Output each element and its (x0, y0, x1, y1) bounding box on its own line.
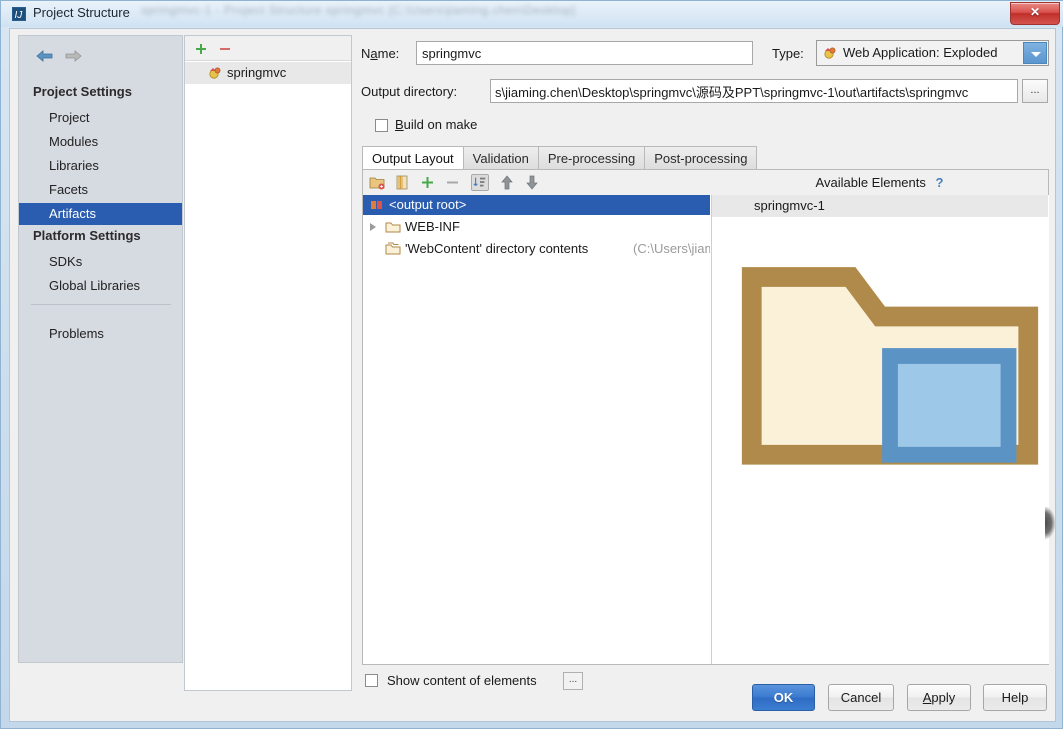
sidebar-item-project[interactable]: Project (19, 107, 182, 129)
tree-row-label: 'WebContent' directory contents (405, 241, 589, 256)
title-bar: IJ Project Structure springmvc-1 - Proje… (1, 1, 1063, 27)
available-element-label: springmvc-1 (754, 198, 825, 213)
tree-row-label: <output root> (389, 197, 467, 212)
output-directory-browse-button[interactable]: ... (1022, 79, 1048, 103)
close-window-button[interactable]: ✕ (1010, 2, 1060, 25)
expand-triangle-icon[interactable] (370, 223, 376, 231)
sidebar-group-project-settings: Project Settings (33, 84, 132, 99)
plus-icon[interactable] (193, 41, 209, 57)
svg-text:IJ: IJ (15, 10, 24, 21)
output-directory-input[interactable] (490, 79, 1018, 103)
minus-icon[interactable] (217, 41, 233, 57)
move-up-icon[interactable] (498, 174, 516, 191)
artifact-icon (209, 67, 221, 79)
available-element-springmvc-1[interactable]: springmvc-1 (712, 195, 1048, 465)
ok-button[interactable]: OK (752, 684, 815, 711)
output-directory-label: Output directory: (361, 84, 458, 99)
sidebar-item-facets[interactable]: Facets (19, 179, 182, 201)
artifact-root-icon (371, 201, 382, 209)
sidebar-item-sdks[interactable]: SDKs (19, 251, 182, 273)
available-elements-header: Available Elements ? (711, 170, 1048, 195)
help-button[interactable]: Help (983, 684, 1047, 711)
sidebar-item-problems[interactable]: Problems (19, 323, 182, 345)
available-elements-tree: springmvc-1 (711, 195, 1049, 664)
directory-contents-icon (385, 242, 401, 255)
sidebar-divider (31, 304, 171, 305)
tab-post-processing[interactable]: Post-processing (644, 146, 758, 170)
add-directory-icon[interactable] (368, 174, 386, 191)
module-icon (741, 267, 1039, 465)
apply-button[interactable]: Apply (907, 684, 971, 711)
artifact-icon (824, 47, 836, 59)
tree-row-label: WEB-INF (405, 219, 460, 234)
back-arrow-icon[interactable] (33, 46, 57, 66)
tree-row-path: (C:\Users\jiaming (633, 241, 710, 256)
tree-row-webcontent-directory-contents[interactable]: 'WebContent' directory contents (C:\User… (363, 239, 710, 259)
settings-sidebar: Project Settings Project Modules Librari… (18, 35, 183, 663)
window-title: Project Structure (33, 5, 130, 20)
tab-output-layout[interactable]: Output Layout (362, 146, 463, 170)
artifacts-list-toolbar (185, 36, 351, 61)
plus-icon[interactable] (419, 174, 437, 191)
tab-pre-processing[interactable]: Pre-processing (537, 146, 645, 170)
project-structure-window: IJ Project Structure springmvc-1 - Proje… (0, 0, 1063, 729)
sidebar-item-libraries[interactable]: Libraries (19, 155, 182, 177)
artifact-editor-tabs: Output Layout Validation Pre-processing … (362, 146, 758, 170)
artifact-editor-pane: Name: Type: Web Application: Exploded Ou… (359, 35, 1049, 691)
cancel-button[interactable]: Cancel (828, 684, 894, 711)
add-archive-icon[interactable] (393, 174, 411, 191)
forward-arrow-icon[interactable] (61, 46, 85, 66)
build-on-make-checkbox[interactable] (375, 119, 388, 132)
move-down-icon[interactable] (523, 174, 541, 191)
tree-row-output-root[interactable]: <output root> (363, 195, 710, 215)
sidebar-item-global-libraries[interactable]: Global Libraries (19, 275, 182, 297)
sidebar-item-artifacts[interactable]: Artifacts (19, 203, 182, 225)
sidebar-item-modules[interactable]: Modules (19, 131, 182, 153)
output-layout-panel: Available Elements ? <output root> WEB-I… (362, 169, 1049, 665)
intellij-idea-icon: IJ (12, 7, 26, 21)
sort-icon[interactable] (471, 174, 489, 191)
dialog-client-area: Project Settings Project Modules Librari… (9, 28, 1056, 722)
navigation-arrows (33, 46, 85, 68)
build-on-make-label: Build on make (395, 117, 478, 132)
screen-edge-artifact (1045, 507, 1055, 539)
minus-icon[interactable] (444, 174, 462, 191)
output-layout-tree: <output root> WEB-INF 'WebContent' direc… (363, 195, 710, 639)
window-title-blurred-suffix: springmvc-1 - Project Structure springmv… (141, 3, 576, 17)
artifacts-list-item-label: springmvc (227, 65, 287, 80)
artifact-type-value: Web Application: Exploded (843, 45, 998, 60)
sidebar-group-platform-settings: Platform Settings (33, 228, 141, 243)
artifacts-list-panel: springmvc (184, 35, 352, 691)
help-icon[interactable]: ? (936, 170, 944, 195)
folder-icon (385, 222, 401, 233)
name-label: Name: (361, 46, 400, 61)
type-label: Type: (772, 46, 804, 61)
output-layout-toolbar: Available Elements ? (363, 170, 1048, 195)
artifact-type-dropdown[interactable]: Web Application: Exploded (816, 40, 1049, 66)
chevron-down-icon[interactable] (1023, 42, 1047, 64)
tab-validation[interactable]: Validation (462, 146, 538, 170)
tree-row-web-inf[interactable]: WEB-INF (363, 217, 710, 237)
available-elements-label: Available Elements (815, 175, 926, 190)
dialog-footer: OK Cancel Apply Help (10, 675, 1055, 721)
artifact-name-input[interactable] (416, 41, 753, 65)
